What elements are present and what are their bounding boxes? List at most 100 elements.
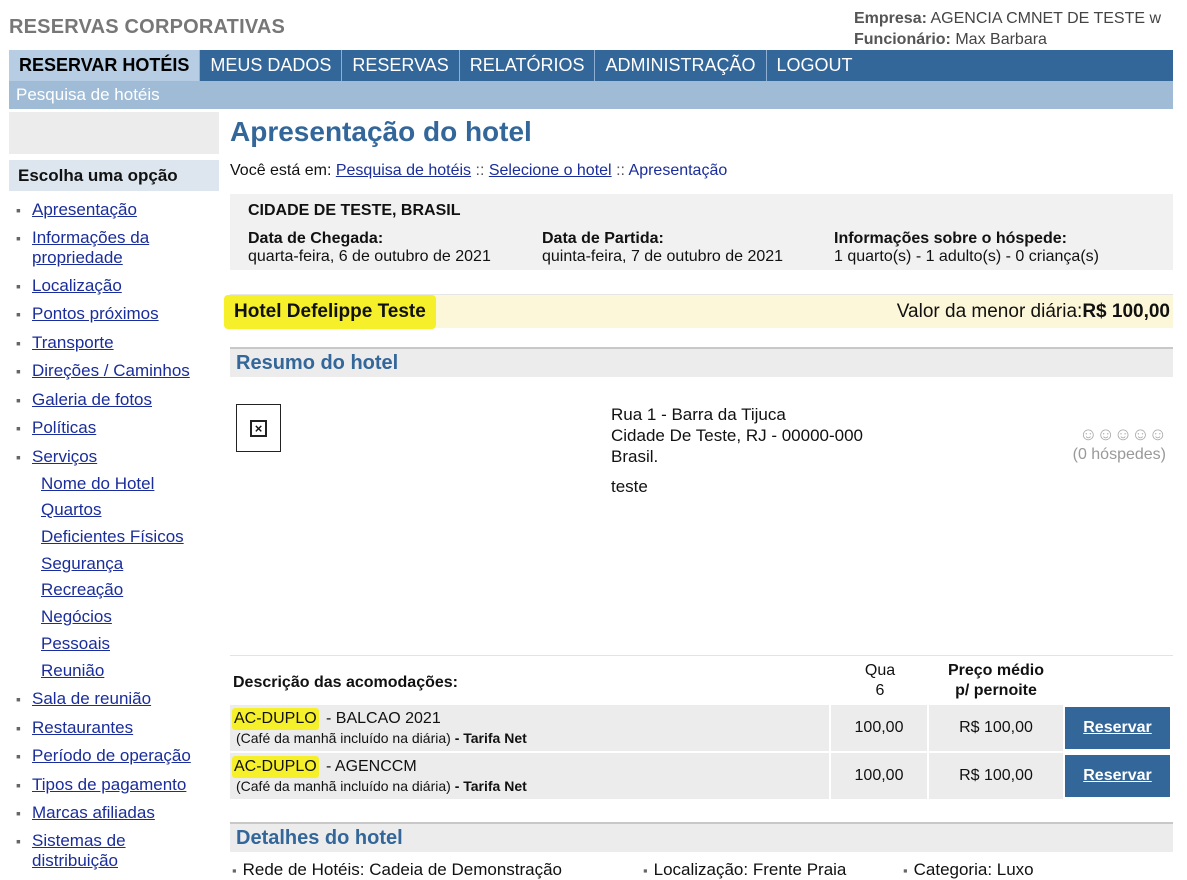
reserve-button[interactable]: Reservar bbox=[1065, 707, 1170, 749]
bullet-icon: ▪ bbox=[16, 449, 21, 465]
bullet-icon: ▪ bbox=[16, 202, 21, 218]
room-note-text: (Café da manhã incluído na diária) bbox=[236, 730, 451, 746]
breadcrumb-sep: :: bbox=[616, 162, 625, 179]
search-city: CIDADE DE TESTE, BRASIL bbox=[248, 202, 461, 219]
address-line: Cidade De Teste, RJ - 00000-000 bbox=[611, 426, 864, 445]
sidebar-item-informacoes: ▪ Informações da propriedade bbox=[16, 228, 221, 268]
sidebar-link[interactable]: Tipos de pagamento bbox=[32, 775, 221, 795]
sidebar-sublink-recreacao[interactable]: Recreação bbox=[41, 580, 123, 599]
sidebar-link[interactable]: Período de operação bbox=[32, 746, 221, 766]
detail-text: Localização: Frente Praia bbox=[653, 860, 847, 879]
sidebar-link[interactable]: Direções / Caminhos bbox=[32, 361, 221, 381]
col-header-price-line: Preço médio bbox=[947, 662, 1045, 679]
room-row: AC-DUPLO - AGENCCM (Café da manhã incluí… bbox=[230, 753, 1173, 799]
sidebar-item-periodo: ▪ Período de operação bbox=[16, 746, 221, 766]
hotel-photo[interactable]: × bbox=[236, 404, 281, 452]
hotel-lowest-price: Valor da menor diária:R$ 100,00 bbox=[897, 295, 1170, 329]
sidebar-link[interactable]: Informações da propriedade bbox=[32, 228, 221, 268]
sidebar-sublink-quartos[interactable]: Quartos bbox=[41, 500, 101, 519]
reserve-button[interactable]: Reservar bbox=[1065, 755, 1170, 797]
sidebar-link[interactable]: Localização bbox=[32, 276, 221, 296]
brand-title: RESERVAS CORPORATIVAS bbox=[9, 16, 286, 38]
sidebar-link[interactable]: Políticas bbox=[32, 418, 221, 438]
sub-nav: Pesquisa de hotéis bbox=[9, 81, 1173, 109]
nav-logout[interactable]: LOGOUT bbox=[767, 50, 863, 81]
company-info: Empresa: AGENCIA CMNET DE TESTE w Funcio… bbox=[854, 8, 1187, 50]
sidebar-item-pontos: ▪ Pontos próximos bbox=[16, 304, 221, 324]
sidebar-item-politicas: ▪ Políticas bbox=[16, 418, 221, 438]
hotel-bar: Hotel Defelippe Teste Valor da menor diá… bbox=[224, 294, 1173, 329]
sidebar-sublink-pessoais[interactable]: Pessoais bbox=[41, 634, 110, 653]
sidebar-sublink-deficientes[interactable]: Deficientes Físicos bbox=[41, 527, 184, 546]
price-label: Valor da menor diária: bbox=[896, 301, 1083, 322]
sidebar-link[interactable]: Restaurantes bbox=[32, 718, 221, 738]
room-desc-cell: AC-DUPLO - AGENCCM (Café da manhã incluí… bbox=[230, 753, 829, 799]
sidebar-link[interactable]: Sistemas de distribuição bbox=[32, 831, 141, 871]
breadcrumb-prefix: Você está em: bbox=[230, 162, 332, 179]
nav-administracao[interactable]: ADMINISTRAÇÃO bbox=[595, 50, 767, 81]
bullet-icon: ▪ bbox=[903, 863, 908, 878]
nav-reservas[interactable]: RESERVAS bbox=[342, 50, 460, 81]
room-price-cell: R$ 100,00 bbox=[929, 705, 1063, 751]
col-header-qty-line: Qua bbox=[864, 662, 896, 679]
hotel-description: teste bbox=[611, 477, 648, 496]
breadcrumb-link-pesquisa[interactable]: Pesquisa de hotéis bbox=[336, 162, 471, 179]
sidebar-item-sala: ▪ Sala de reunião bbox=[16, 689, 221, 709]
sub-nav-pesquisa[interactable]: Pesquisa de hotéis bbox=[9, 85, 160, 104]
smiley-rating-icon: ☺☺☺☺☺ bbox=[1079, 424, 1167, 444]
sidebar-item-galeria: ▪ Galeria de fotos bbox=[16, 390, 221, 410]
detail-text: Rede de Hotéis: Cadeia de Demonstração bbox=[242, 860, 563, 879]
address-line: Brasil. bbox=[611, 447, 659, 466]
sidebar-item-pagamento: ▪ Tipos de pagamento bbox=[16, 775, 221, 795]
room-note: (Café da manhã incluído na diária) - Tar… bbox=[236, 778, 527, 795]
address-line: Rua 1 - Barra da Tijuca bbox=[611, 405, 786, 424]
sidebar-sublink-seguranca[interactable]: Segurança bbox=[41, 554, 123, 573]
bullet-icon: ▪ bbox=[232, 863, 237, 878]
breadcrumb-link-selecione[interactable]: Selecione o hotel bbox=[489, 162, 612, 179]
sidebar-link[interactable]: Pontos próximos bbox=[32, 304, 221, 324]
room-note: (Café da manhã incluído na diária) - Tar… bbox=[236, 730, 527, 747]
room-tariff: - Tarifa Net bbox=[454, 778, 527, 794]
sidebar-sublink-negocios[interactable]: Negócios bbox=[41, 607, 112, 626]
detail-item-categoria: ▪ Categoria: Luxo bbox=[903, 860, 1034, 880]
room-name: - AGENCCM bbox=[326, 758, 417, 775]
sidebar-link[interactable]: Transporte bbox=[32, 333, 221, 353]
col-header-desc: Descrição das acomodações: bbox=[233, 674, 458, 691]
bullet-icon: ▪ bbox=[16, 335, 21, 351]
sidebar-item-localizacao: ▪ Localização bbox=[16, 276, 221, 296]
sidebar-sublink-reuniao[interactable]: Reunião bbox=[41, 661, 104, 680]
sidebar-title: Escolha uma opção bbox=[9, 160, 219, 191]
nav-relatorios[interactable]: RELATÓRIOS bbox=[460, 50, 596, 81]
bullet-icon: ▪ bbox=[16, 278, 21, 294]
sidebar-sublink-nome[interactable]: Nome do Hotel bbox=[41, 474, 154, 493]
sidebar-subitem: Pessoais bbox=[41, 634, 221, 654]
sidebar-item-apresentacao: ▪ Apresentação bbox=[16, 200, 221, 220]
sidebar-menu: ▪ Apresentação ▪ Informações da propriedad… bbox=[16, 198, 221, 871]
col-header-qty-line: 6 bbox=[875, 682, 885, 699]
bullet-icon: ▪ bbox=[16, 306, 21, 322]
sidebar-link[interactable]: Serviços bbox=[32, 447, 221, 467]
room-name: - BALCAO 2021 bbox=[326, 710, 441, 727]
nav-reservar-hoteis[interactable]: RESERVAR HOTÉIS bbox=[9, 50, 201, 81]
bullet-icon: ▪ bbox=[16, 720, 21, 736]
detail-item-rede: ▪ Rede de Hotéis: Cadeia de Demonstração bbox=[232, 860, 562, 880]
room-row: AC-DUPLO - BALCAO 2021 (Café da manhã in… bbox=[230, 705, 1173, 751]
details-section-title: Detalhes do hotel bbox=[230, 822, 1173, 852]
sidebar-link[interactable]: Sala de reunião bbox=[32, 689, 221, 709]
arrival-value: quarta-feira, 6 de outubro de 2021 bbox=[248, 248, 491, 265]
bullet-icon: ▪ bbox=[16, 748, 21, 764]
room-price-cell: R$ 100,00 bbox=[929, 753, 1063, 799]
bullet-icon: ▪ bbox=[16, 691, 21, 707]
employee-value: Max Barbara bbox=[955, 31, 1047, 48]
nav-meus-dados[interactable]: MEUS DADOS bbox=[200, 50, 343, 81]
detail-item-localizacao: ▪ Localização: Frente Praia bbox=[643, 860, 846, 880]
bullet-icon: ▪ bbox=[16, 805, 21, 821]
sidebar-subitem: Recreação bbox=[41, 580, 221, 600]
sidebar-link[interactable]: Apresentação bbox=[32, 200, 221, 220]
search-summary: CIDADE DE TESTE, BRASIL Data de Chegada:… bbox=[230, 194, 1173, 270]
departure-value: quinta-feira, 7 de outubro de 2021 bbox=[542, 248, 784, 265]
sidebar-subitem: Nome do Hotel bbox=[41, 474, 221, 494]
summary-section-title: Resumo do hotel bbox=[230, 347, 1173, 377]
sidebar-link[interactable]: Galeria de fotos bbox=[32, 390, 221, 410]
sidebar-link[interactable]: Marcas afiliadas bbox=[32, 803, 221, 823]
